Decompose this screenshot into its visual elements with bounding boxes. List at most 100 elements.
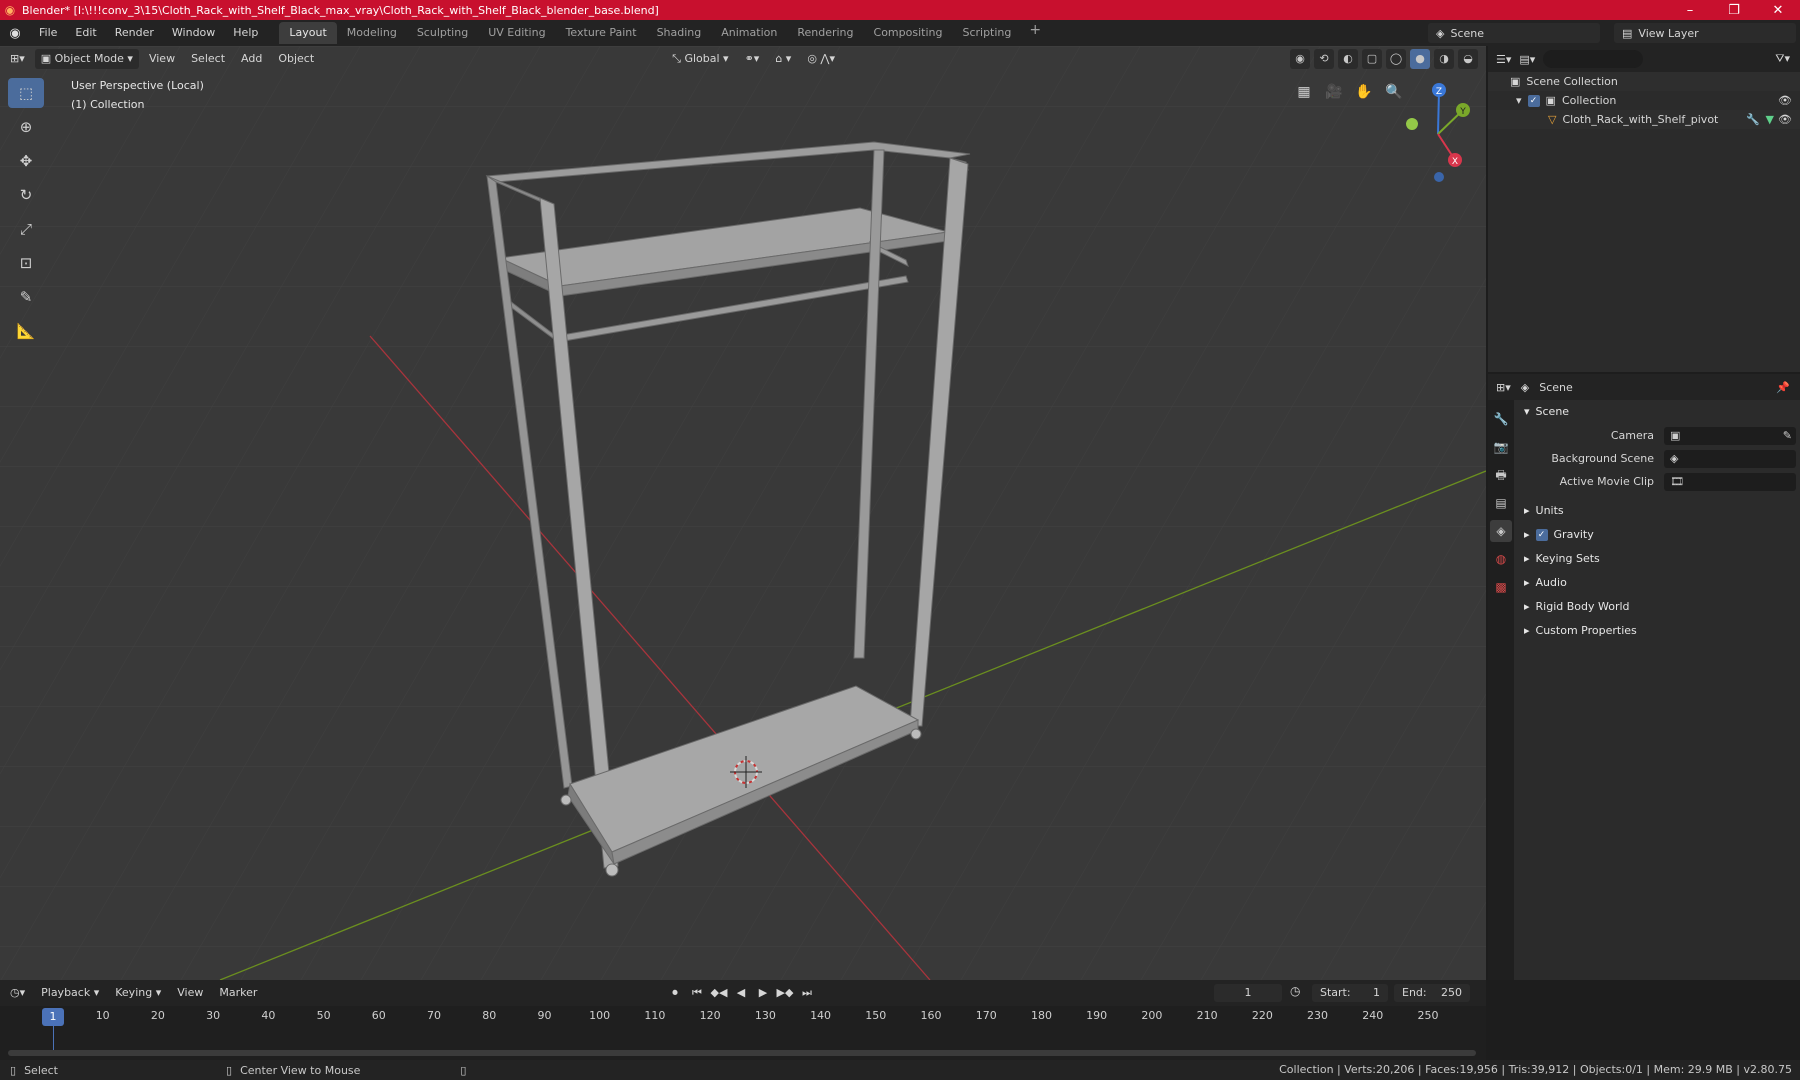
blender-menu-icon[interactable]: ◉ <box>0 26 30 41</box>
timeline-scrollbar[interactable] <box>8 1050 1476 1056</box>
collection-visibility-eye-icon[interactable]: 👁 <box>1778 91 1792 110</box>
tab-modeling[interactable]: Modeling <box>337 22 407 44</box>
tool-settings-tab-icon[interactable]: 🔧 <box>1490 408 1512 430</box>
custom-properties-panel-header[interactable]: ▸ Custom Properties <box>1514 619 1800 643</box>
timeline-editor[interactable]: ◷▾ Playback ▾ Keying ▾ View Marker ⏺ ⏮ ◆… <box>0 980 1486 1060</box>
select-box-tool-icon[interactable]: ⬚ <box>8 78 44 108</box>
output-tab-icon[interactable]: 🖶 <box>1490 464 1512 486</box>
tab-uv-editing[interactable]: UV Editing <box>478 22 555 44</box>
play-reverse-icon[interactable]: ◀ <box>732 984 750 1002</box>
jump-end-icon[interactable]: ⏭ <box>798 984 816 1002</box>
tab-texture-paint[interactable]: Texture Paint <box>556 22 647 44</box>
timeline-menu-view[interactable]: View <box>171 983 209 1003</box>
scale-tool-icon[interactable]: ⤢ <box>8 214 44 244</box>
scene-panel-header[interactable]: ▾ Scene <box>1514 400 1800 424</box>
camera-view-icon[interactable]: 🎥 <box>1322 80 1346 104</box>
timeline-editor-type-icon[interactable]: ◷▾ <box>4 983 31 1003</box>
viewport-menu-object[interactable]: Object <box>272 49 320 69</box>
transform-orientation-dropdown[interactable]: ⤡ Global ▾ <box>666 49 734 69</box>
background-scene-field[interactable]: ◈ <box>1664 449 1796 468</box>
modifier-wrench-icon[interactable]: 🔧 <box>1746 110 1760 129</box>
play-icon[interactable]: ▶ <box>754 984 772 1002</box>
tab-animation[interactable]: Animation <box>711 22 787 44</box>
filter-icon[interactable]: ⛛▾ <box>1775 52 1790 66</box>
mesh-data-icon[interactable]: ▼ <box>1766 110 1774 129</box>
maximize-button[interactable]: ❐ <box>1712 3 1756 18</box>
collection-checkbox[interactable]: ✓ <box>1527 94 1540 107</box>
outliner-search-input[interactable] <box>1543 50 1644 68</box>
view-layer-selector[interactable]: ▤ View Layer <box>1614 23 1796 43</box>
visibility-icon[interactable]: ◉ <box>1290 49 1310 69</box>
pivot-point-icon[interactable]: ⚭▾ <box>739 49 766 69</box>
texture-tab-icon[interactable]: ▩ <box>1490 576 1512 598</box>
keying-sets-panel-header[interactable]: ▸ Keying Sets <box>1514 547 1800 571</box>
next-keyframe-icon[interactable]: ▶◆ <box>776 984 794 1002</box>
view-layer-tab-icon[interactable]: ▤ <box>1490 492 1512 514</box>
gizmo-toggle-icon[interactable]: ⟲ <box>1314 49 1334 69</box>
outliner-scene-collection[interactable]: ▣ Scene Collection <box>1488 72 1800 91</box>
add-workspace-button[interactable]: + <box>1021 22 1049 44</box>
properties-editor-type-icon[interactable]: ⊞▾ <box>1496 381 1511 394</box>
rigid-body-world-panel-header[interactable]: ▸ Rigid Body World <box>1514 595 1800 619</box>
active-movie-clip-field[interactable]: 🎞 <box>1664 472 1796 491</box>
timeline-menu-playback[interactable]: Playback ▾ <box>35 983 105 1003</box>
end-frame-field[interactable]: End: 250 <box>1394 984 1470 1002</box>
audio-panel-header[interactable]: ▸ Audio <box>1514 571 1800 595</box>
mode-dropdown[interactable]: ▣ Object Mode ▾ <box>34 49 139 69</box>
world-tab-icon[interactable]: ◍ <box>1490 548 1512 570</box>
zoom-icon[interactable]: 🔍 <box>1382 80 1406 104</box>
menu-help[interactable]: Help <box>224 20 267 46</box>
menu-window[interactable]: Window <box>163 20 224 46</box>
eyedropper-icon[interactable]: ✎ <box>1783 429 1792 442</box>
stopwatch-icon[interactable]: ◷ <box>1290 984 1300 998</box>
record-icon[interactable]: ⏺ <box>666 984 684 1002</box>
frame-ruler[interactable]: 1102030405060708090100110120130140150160… <box>0 1006 1486 1026</box>
minimize-button[interactable]: – <box>1668 3 1712 18</box>
solid-shading-icon[interactable]: ● <box>1410 49 1430 69</box>
scene-selector[interactable]: ◈ Scene <box>1428 23 1600 43</box>
tab-shading[interactable]: Shading <box>647 22 712 44</box>
display-mode-icon[interactable]: ▤▾ <box>1519 53 1535 66</box>
current-frame-field[interactable]: 1 <box>1214 984 1282 1002</box>
render-tab-icon[interactable]: 📷 <box>1490 436 1512 458</box>
material-shading-icon[interactable]: ◑ <box>1434 49 1454 69</box>
object-visibility-eye-icon[interactable]: 👁 <box>1778 110 1792 129</box>
playhead-frame-indicator[interactable]: 1 <box>42 1008 64 1026</box>
editor-type-button[interactable]: ⊞▾ <box>4 49 31 69</box>
outliner-editor-type-icon[interactable]: ☰▾ <box>1496 53 1511 66</box>
annotate-tool-icon[interactable]: ✎ <box>8 282 44 312</box>
proportional-edit-icon[interactable]: ◎ ⋀▾ <box>801 49 841 69</box>
jump-start-icon[interactable]: ⏮ <box>688 984 706 1002</box>
tab-compositing[interactable]: Compositing <box>864 22 953 44</box>
units-panel-header[interactable]: ▸ Units <box>1514 499 1800 523</box>
timeline-menu-marker[interactable]: Marker <box>213 983 263 1003</box>
xray-icon[interactable]: ▢ <box>1362 49 1382 69</box>
viewport-menu-view[interactable]: View <box>143 49 181 69</box>
pan-hand-icon[interactable]: ✋ <box>1352 80 1376 104</box>
close-button[interactable]: ✕ <box>1756 3 1800 18</box>
viewport-menu-add[interactable]: Add <box>235 49 268 69</box>
snap-icon[interactable]: ⌂ ▾ <box>769 49 797 69</box>
menu-render[interactable]: Render <box>106 20 163 46</box>
menu-file[interactable]: File <box>30 20 66 46</box>
expand-arrow-icon[interactable]: ▾ <box>1516 91 1522 110</box>
rotate-tool-icon[interactable]: ↻ <box>8 180 44 210</box>
scene-tab-icon[interactable]: ◈ <box>1490 520 1512 542</box>
menu-edit[interactable]: Edit <box>66 20 105 46</box>
outliner-object-row[interactable]: ▽ Cloth_Rack_with_Shelf_pivot 🔧 ▼ 👁 <box>1488 110 1800 129</box>
tab-sculpting[interactable]: Sculpting <box>407 22 478 44</box>
outliner-collection-row[interactable]: ▾ ✓ ▣ Collection 👁 <box>1488 91 1800 110</box>
move-tool-icon[interactable]: ✥ <box>8 146 44 176</box>
timeline-menu-keying[interactable]: Keying ▾ <box>109 983 167 1003</box>
gravity-checkbox[interactable]: ✓ <box>1535 529 1548 541</box>
wireframe-shading-icon[interactable]: ◯ <box>1386 49 1406 69</box>
transform-tool-icon[interactable]: ⊡ <box>8 248 44 278</box>
rendered-shading-icon[interactable]: ◒ <box>1458 49 1478 69</box>
start-frame-field[interactable]: Start: 1 <box>1312 984 1388 1002</box>
overlays-icon[interactable]: ◐ <box>1338 49 1358 69</box>
tab-layout[interactable]: Layout <box>279 22 337 44</box>
camera-field[interactable]: ▣ ✎ <box>1664 426 1796 445</box>
prev-keyframe-icon[interactable]: ◆◀ <box>710 984 728 1002</box>
toggle-camera-grid-icon[interactable]: ▦ <box>1292 80 1316 104</box>
pin-icon[interactable]: 📌 <box>1776 381 1790 394</box>
